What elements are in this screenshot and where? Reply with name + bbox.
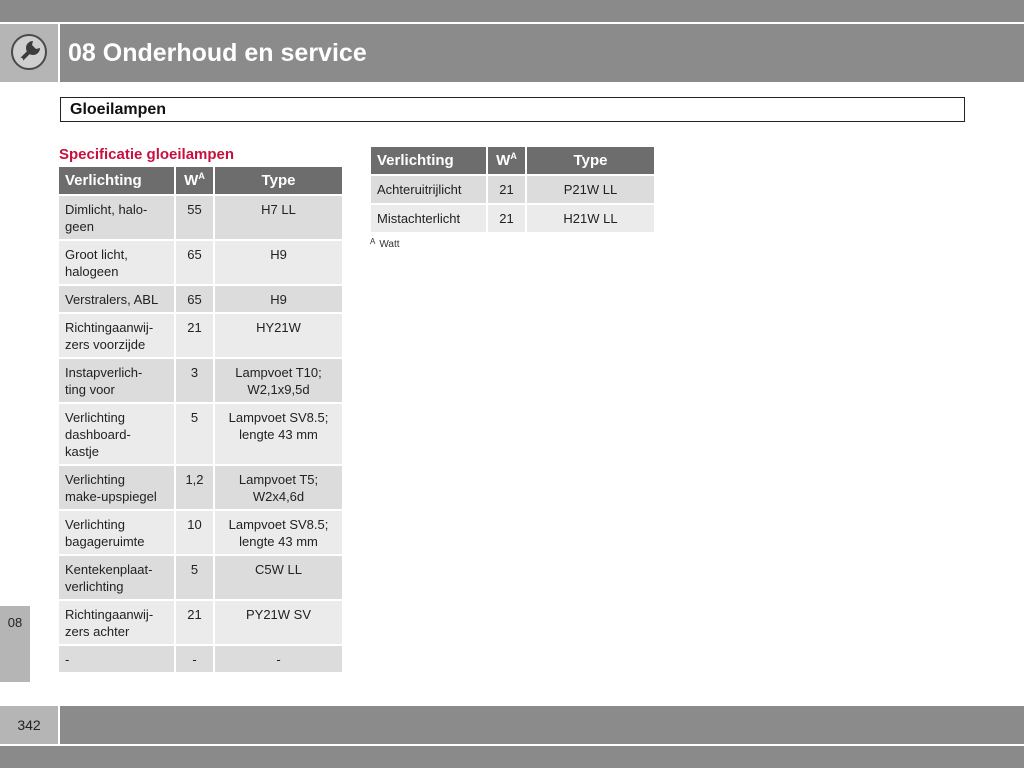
cell-type: H9 [215,286,342,312]
cell-watt: - [176,646,213,672]
cell-type: C5W LL [215,556,342,599]
table-row: Groot licht, halogeen 65 H9 [59,241,342,284]
cell-watt: 65 [176,286,213,312]
table-row: Mistachterlicht 21 H21W LL [371,205,654,232]
column-header-watt: WA [176,167,213,194]
table-row: Verstralers, ABL 65 H9 [59,286,342,312]
cell-lighting: Instapverlich-ting voor [59,359,174,402]
bulb-spec-table-right: Verlichting WA Type Achteruitrijlicht 21 P… [369,145,656,234]
cell-lighting: Dimlicht, halo-geen [59,196,174,239]
chapter-side-tab: 08 [0,606,30,682]
cell-lighting: Verstralers, ABL [59,286,174,312]
table-row: Verlichting make-upspiegel 1,2 Lampvoet T5;… [59,466,342,509]
cell-lighting: Verlichting bagageruimte [59,511,174,554]
cell-lighting: Mistachterlicht [371,205,486,232]
side-tab-label: 08 [7,615,23,630]
section-heading-box: Gloeilampen [60,97,965,122]
footnote-mark: A [370,237,376,246]
cell-watt: 65 [176,241,213,284]
cell-type: Lampvoet T5; W2x4,6d [215,466,342,509]
cell-type: H9 [215,241,342,284]
cell-watt: 21 [176,314,213,357]
bulb-spec-table-left: Verlichting WA Type Dimlicht, halo-geen 5… [57,165,344,674]
table-row: Richtingaanwij-zers voorzijde 21 HY21W [59,314,342,357]
cell-watt: 5 [176,404,213,464]
table-row: Achteruitrijlicht 21 P21W LL [371,176,654,203]
cell-lighting: Groot licht, halogeen [59,241,174,284]
top-strip [0,0,1024,22]
footnote-text: Watt [379,239,400,250]
chapter-title: 08 Onderhoud en service [68,39,367,67]
table-header-row: Verlichting WA Type [59,167,342,194]
section-title: Gloeilampen [70,101,167,118]
cell-lighting: Kentekenplaat-verlichting [59,556,174,599]
cell-lighting: Verlichting dashboard-kastje [59,404,174,464]
cell-type: - [215,646,342,672]
column-header-watt: WA [488,147,525,174]
wrench-icon [11,34,47,70]
header-bar: 08 Onderhoud en service [60,24,1024,82]
column-header-type: Type [527,147,654,174]
cell-lighting: Richtingaanwij-zers voorzijde [59,314,174,357]
cell-lighting: Achteruitrijlicht [371,176,486,203]
page-number-box: 342 [0,706,58,744]
table-header-row: Verlichting WA Type [371,147,654,174]
cell-type: HY21W [215,314,342,357]
bottom-strip [0,746,1024,768]
cell-lighting: Richtingaanwij-zers achter [59,601,174,644]
cell-type: PY21W SV [215,601,342,644]
cell-lighting: - [59,646,174,672]
cell-type: Lampvoet T10; W2,1x9,5d [215,359,342,402]
cell-watt: 21 [488,176,525,203]
spec-title: Specificatie gloeilampen [59,146,235,163]
cell-type: H21W LL [527,205,654,232]
cell-watt: 1,2 [176,466,213,509]
table-row: Dimlicht, halo-geen 55 H7 LL [59,196,342,239]
table-row: Kentekenplaat-verlichting 5 C5W LL [59,556,342,599]
column-header-lighting: Verlichting [59,167,174,194]
cell-watt: 21 [488,205,525,232]
page-number: 342 [17,717,41,733]
cell-type: H7 LL [215,196,342,239]
cell-watt: 5 [176,556,213,599]
cell-watt: 3 [176,359,213,402]
cell-watt: 55 [176,196,213,239]
table-row: Richtingaanwij-zers achter 21 PY21W SV [59,601,342,644]
cell-watt: 10 [176,511,213,554]
cell-type: Lampvoet SV8.5; lengte 43 mm [215,511,342,554]
column-header-type: Type [215,167,342,194]
footer-bar [60,706,1024,744]
footnote: A Watt [370,237,400,250]
table-row: Verlichting bagageruimte 10 Lampvoet SV8.5;… [59,511,342,554]
column-header-lighting: Verlichting [371,147,486,174]
table-row: Instapverlich-ting voor 3 Lampvoet T10; W2,… [59,359,342,402]
cell-lighting: Verlichting make-upspiegel [59,466,174,509]
table-row: --- [59,646,342,672]
cell-type: Lampvoet SV8.5; lengte 43 mm [215,404,342,464]
chapter-icon-box [0,24,58,82]
cell-watt: 21 [176,601,213,644]
table-row: Verlichting dashboard-kastje 5 Lampvoet SV8… [59,404,342,464]
cell-type: P21W LL [527,176,654,203]
